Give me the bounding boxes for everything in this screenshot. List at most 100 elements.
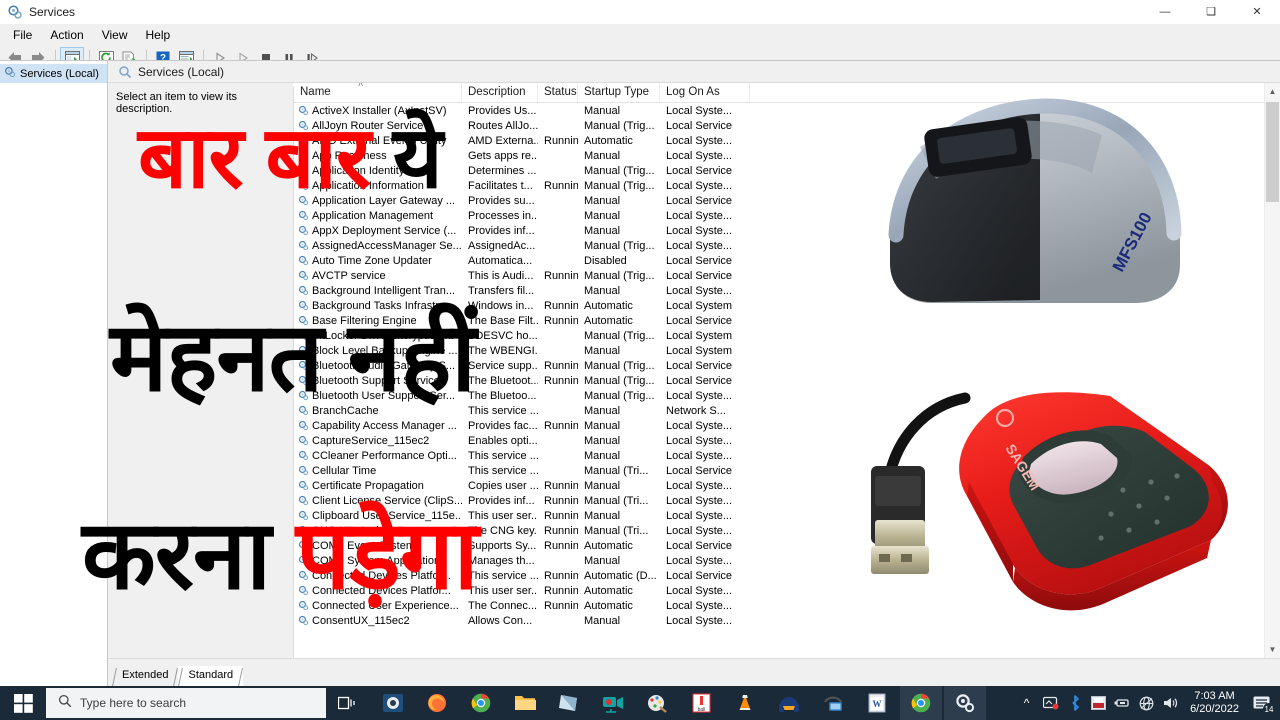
cell-description: AMD Externa... (468, 134, 538, 147)
services-gear-icon (4, 66, 16, 81)
paint-icon[interactable] (636, 686, 678, 720)
column-header-logon-as[interactable]: Log On As (660, 83, 750, 102)
svg-text:ball: ball (697, 707, 705, 713)
service-gear-icon (298, 480, 309, 491)
word-icon[interactable]: W (856, 686, 898, 720)
table-row[interactable]: ConsentUX_115ec2 Allows Con... Manual Local… (294, 613, 1280, 628)
usb-device-icon[interactable] (1114, 695, 1131, 712)
minimize-button[interactable]: — (1142, 0, 1188, 24)
notepad-icon[interactable] (548, 686, 590, 720)
cell-logon: Local Syste... (666, 179, 733, 192)
table-row[interactable]: Block Level Backup Engine ... The WBENGI.… (294, 343, 1280, 358)
cell-description: Provides fac... (468, 419, 538, 432)
vlc-icon[interactable] (724, 686, 766, 720)
taskbar-clock[interactable]: 7:03 AM 6/20/2022 (1186, 690, 1243, 716)
cell-startup: Manual (Trig... (584, 389, 655, 402)
search-input[interactable]: Type here to search (46, 688, 326, 718)
scroll-down-icon[interactable]: ▼ (1265, 641, 1280, 658)
cell-startup: Manual (584, 449, 621, 462)
tree-node-services-local[interactable]: Services (Local) (0, 64, 107, 83)
magnifier-icon (118, 65, 132, 79)
service-gear-icon (298, 180, 309, 191)
camera-recorder-icon[interactable] (592, 686, 634, 720)
cell-description: This service ... (468, 449, 538, 462)
cell-logon: Local Syste... (666, 554, 733, 567)
clock-date: 6/20/2022 (1190, 703, 1239, 715)
cell-name: COM+ System Application (294, 555, 462, 567)
services-window-icon[interactable] (944, 686, 986, 720)
scroll-up-icon[interactable]: ▲ (1265, 83, 1280, 100)
service-gear-icon (298, 105, 309, 116)
service-name-label: AssignedAccessManager Se... (312, 239, 462, 252)
service-name-label: Application Information (312, 179, 424, 192)
tab-extended[interactable]: Extended (112, 666, 178, 686)
cell-startup: Manual (584, 194, 621, 207)
network-icon[interactable] (1138, 695, 1155, 712)
service-gear-icon (298, 555, 309, 566)
cell-status: Running (544, 134, 578, 147)
window-controls: — ❑ ✕ (1142, 0, 1280, 24)
cell-description: This service ... (468, 464, 538, 477)
menu-view[interactable]: View (93, 25, 137, 45)
cell-name: Bluetooth Support Service (294, 375, 462, 387)
menu-file[interactable]: File (4, 25, 41, 45)
cell-startup: Manual (Trig... (584, 269, 655, 282)
onedrive-icon[interactable] (1042, 695, 1059, 712)
remote-desktop-icon[interactable] (812, 686, 854, 720)
cell-logon: Local Service (666, 359, 733, 372)
cell-description: Service supp... (468, 359, 538, 372)
cell-logon: Local Syste... (666, 434, 733, 447)
fingerprint-scanner-sagem: SAGEM (855, 378, 1255, 613)
notification-center-icon[interactable]: 14 (1250, 692, 1275, 715)
cell-logon: Local Syste... (666, 509, 733, 522)
vertical-scrollbar[interactable]: ▲ ▼ (1264, 83, 1280, 658)
cell-logon: Local Service (666, 194, 733, 207)
column-header-startup-type[interactable]: Startup Type (578, 83, 660, 102)
cell-startup: Manual (584, 284, 621, 297)
service-gear-icon (298, 495, 309, 506)
column-header-description[interactable]: Description (462, 83, 538, 102)
windows-start-icon[interactable] (0, 686, 46, 720)
firefox-icon[interactable] (416, 686, 458, 720)
service-gear-icon (298, 135, 309, 146)
media-player-icon[interactable] (372, 686, 414, 720)
close-button[interactable]: ✕ (1234, 0, 1280, 24)
service-name-label: Background Tasks Infrastruc... (312, 299, 460, 312)
cell-startup: Manual (584, 209, 621, 222)
tree-node-label: Services (Local) (20, 67, 99, 80)
table-row[interactable]: Bluetooth Audio Gateway S... Service supp… (294, 358, 1280, 373)
table-row[interactable]: BitLocker Drive Encryption ... BDESVC ho.… (294, 328, 1280, 343)
restore-button[interactable]: ❑ (1188, 0, 1234, 24)
service-name-label: Client License Service (ClipS... (312, 494, 462, 507)
chrome-window-icon[interactable] (900, 686, 942, 720)
cell-name: Application Management (294, 210, 462, 222)
file-explorer-icon[interactable] (504, 686, 546, 720)
service-gear-icon (298, 585, 309, 596)
scrollbar-thumb[interactable] (1266, 102, 1279, 202)
cell-startup: Automatic (D... (584, 569, 657, 582)
column-header-status[interactable]: Status (538, 83, 578, 102)
cell-startup: Disabled (584, 254, 627, 267)
service-gear-icon (298, 285, 309, 296)
cell-logon: Local Service (666, 119, 733, 132)
cell-name: Connected User Experience... (294, 600, 462, 612)
pane-header: Services (Local) (108, 61, 1280, 83)
screen-recorder-icon[interactable] (1090, 695, 1107, 712)
menu-action[interactable]: Action (41, 25, 92, 45)
service-name-label: ActiveX Installer (AxInstSV) (312, 104, 447, 117)
ball-app-icon[interactable]: ball (680, 686, 722, 720)
cell-logon: Network S... (666, 404, 726, 417)
volume-icon[interactable] (1162, 695, 1179, 712)
show-hidden-icons-icon[interactable]: ^ (1018, 695, 1035, 712)
menu-help[interactable]: Help (137, 25, 180, 45)
system-tray: ^ 7:03 AM 6/20/2022 14 (1018, 690, 1280, 716)
column-header-name[interactable]: Name ˄ (294, 83, 462, 102)
cell-logon: Local Syste... (666, 224, 733, 237)
audacity-icon[interactable] (768, 686, 810, 720)
service-gear-icon (298, 255, 309, 266)
task-view-icon[interactable] (326, 686, 368, 720)
tab-standard[interactable]: Standard (178, 666, 244, 686)
cell-logon: Local Syste... (666, 284, 733, 297)
chrome-icon[interactable] (460, 686, 502, 720)
bluetooth-icon[interactable] (1066, 695, 1083, 712)
